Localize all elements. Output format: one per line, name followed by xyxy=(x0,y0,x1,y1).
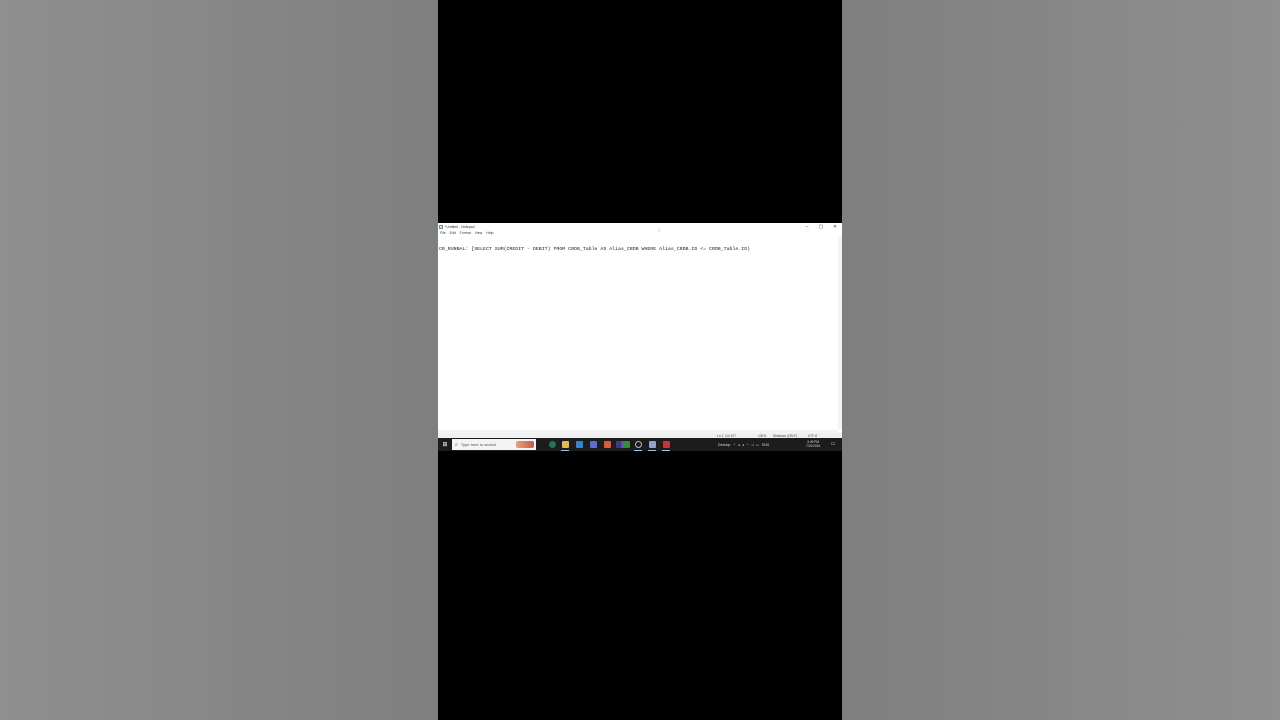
system-tray: Desktop ^ ● ● ◠ ◁ ▭ ENG xyxy=(718,438,769,451)
desktop-label[interactable]: Desktop xyxy=(718,443,730,447)
clock-date: 7/10/2024 xyxy=(806,444,821,448)
blurred-background-right xyxy=(842,0,1280,720)
menu-view[interactable]: View xyxy=(473,231,485,235)
battery-icon[interactable]: ▭ xyxy=(756,443,759,447)
language-indicator[interactable]: ENG xyxy=(762,443,769,447)
notepad-icon xyxy=(439,224,443,229)
menu-file[interactable]: File xyxy=(438,231,448,235)
desktop-screen: *Untitled - Notepad – ▢ ✕ File Edit Form… xyxy=(438,223,842,451)
chevron-up-icon[interactable]: ^ xyxy=(733,443,735,447)
close-button[interactable]: ✕ xyxy=(828,223,842,230)
weather-icon[interactable]: ● xyxy=(738,443,740,447)
search-input[interactable]: ⌕ Type here to search xyxy=(452,439,536,450)
active-indicator xyxy=(634,450,642,451)
notepad-taskbar-icon[interactable] xyxy=(649,441,656,448)
taskbar-clock[interactable]: 3:49 PM 7/10/2024 xyxy=(806,440,820,448)
window-title: *Untitled - Notepad xyxy=(445,224,475,229)
search-placeholder: Type here to search xyxy=(460,442,497,447)
vertical-scrollbar[interactable] xyxy=(838,236,842,430)
windows-start-icon[interactable]: ⊞ xyxy=(441,441,449,448)
active-indicator xyxy=(648,450,656,451)
maximize-button[interactable]: ▢ xyxy=(814,223,828,230)
search-icon: ⌕ xyxy=(455,441,458,448)
volume-icon[interactable]: ◁ xyxy=(751,443,754,447)
active-indicator xyxy=(662,450,670,451)
office-icon[interactable] xyxy=(663,441,670,448)
chat-icon[interactable] xyxy=(549,441,556,448)
teams-icon[interactable] xyxy=(590,441,597,448)
blurred-background-left xyxy=(0,0,438,720)
active-indicator xyxy=(561,450,569,451)
text-editor-area[interactable]: CR_RUNBAL: [SELECT SUM(CREDIT - DEBIT) F… xyxy=(438,236,838,430)
brave-icon[interactable] xyxy=(604,441,611,448)
menu-format[interactable]: Format xyxy=(458,231,473,235)
security-icon[interactable]: ● xyxy=(742,443,744,447)
clock-app-icon[interactable] xyxy=(635,441,642,448)
menu-help[interactable]: Help xyxy=(484,231,495,235)
spreadsheet-icon[interactable] xyxy=(623,441,630,448)
video-frame: *Untitled - Notepad – ▢ ✕ File Edit Form… xyxy=(438,0,842,720)
editor-line-1: CR_RUNBAL: [SELECT SUM(CREDIT - DEBIT) F… xyxy=(439,247,751,252)
notepad-titlebar: *Untitled - Notepad – ▢ ✕ xyxy=(438,223,842,230)
notification-icon[interactable]: ▭ xyxy=(830,441,836,447)
search-highlight-image xyxy=(516,441,534,448)
taskbar: ⊞ ⌕ Type here to search Desktop ^ ● ● ◠ … xyxy=(438,438,842,451)
network-icon[interactable]: ◠ xyxy=(746,443,749,447)
window-controls: – ▢ ✕ xyxy=(800,223,842,230)
minimize-button[interactable]: – xyxy=(800,223,814,230)
file-explorer-icon[interactable] xyxy=(562,441,569,448)
menu-edit[interactable]: Edit xyxy=(448,231,458,235)
browser-icon[interactable] xyxy=(576,441,583,448)
